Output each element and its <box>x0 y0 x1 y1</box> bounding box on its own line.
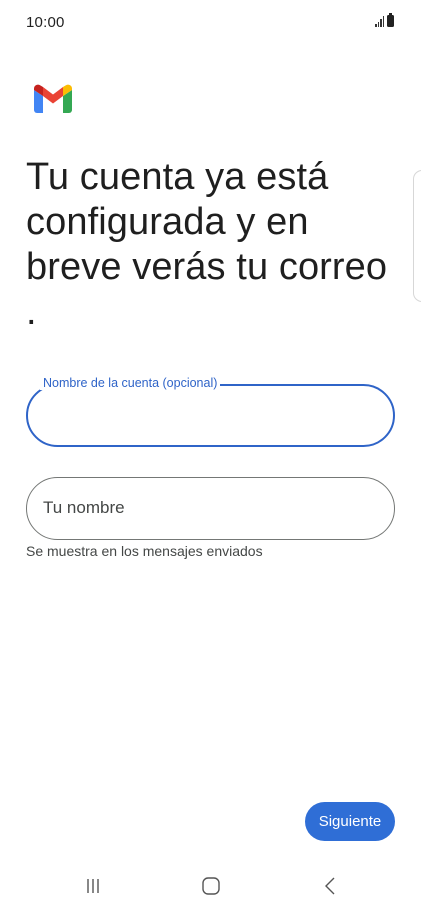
page-title: Tu cuenta ya está configurada y en breve… <box>26 156 388 333</box>
your-name-helper-text: Se muestra en los mensajes enviados <box>26 543 263 559</box>
recent-apps-icon[interactable] <box>73 872 113 900</box>
account-name-label: Nombre de la cuenta (opcional) <box>40 376 221 390</box>
account-name-input[interactable] <box>44 400 374 432</box>
gmail-logo <box>34 84 72 113</box>
battery-icon <box>387 13 394 27</box>
status-bar: 10:00 <box>0 0 421 46</box>
signal-icon <box>375 16 384 27</box>
next-button[interactable]: Siguiente <box>305 802 395 841</box>
home-icon[interactable] <box>191 872 231 900</box>
navigation-bar <box>0 858 421 914</box>
your-name-field[interactable] <box>26 477 395 540</box>
back-icon[interactable] <box>310 872 350 900</box>
scroll-handle[interactable] <box>413 170 421 302</box>
status-icons <box>375 13 394 27</box>
your-name-input[interactable] <box>43 492 373 524</box>
status-time: 10:00 <box>26 14 65 31</box>
account-name-field[interactable]: Nombre de la cuenta (opcional) <box>26 376 395 447</box>
